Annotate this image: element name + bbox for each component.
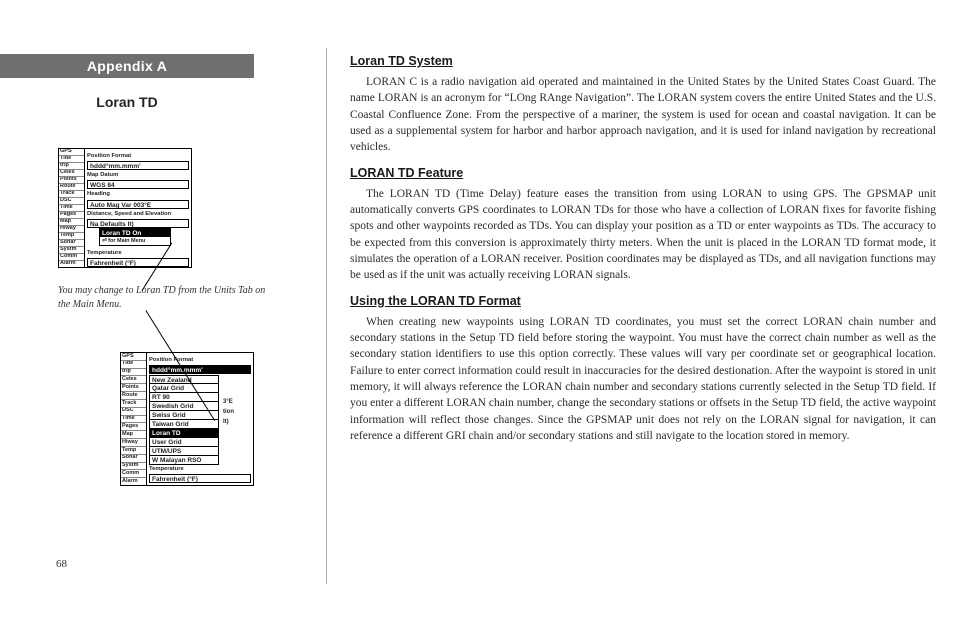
- label-position-format: Position Format: [87, 153, 189, 160]
- label-distance: Distance, Speed and Elevation: [87, 211, 189, 218]
- menu-tab: Hiway: [121, 439, 146, 447]
- figure-caption: You may change to Loran TD from the Unit…: [58, 284, 270, 311]
- heading-loran-td-feature: LORAN TD Feature: [350, 166, 936, 180]
- fragment-text: 3°E: [223, 399, 233, 407]
- menu-tab: Map: [121, 431, 146, 439]
- field-distance: Na Defaults lt): [87, 219, 189, 228]
- figure-position-format-popup: GPSTidetripCelesPointsRouteTrackDSCTimeP…: [120, 352, 254, 486]
- menu-tab: Map: [59, 219, 84, 226]
- heading-loran-td-system: Loran TD System: [350, 54, 936, 68]
- heading-using-loran-td-format: Using the LORAN TD Format: [350, 294, 936, 308]
- section-title: Loran TD: [0, 94, 254, 110]
- paragraph: The LORAN TD (Time Delay) feature eases …: [350, 186, 936, 284]
- menu-tab: Celes: [121, 376, 146, 384]
- menu-tab: Sonar: [59, 240, 84, 247]
- appendix-header: Appendix A: [0, 54, 254, 78]
- field-heading: Auto Mag Var 003°E: [87, 200, 189, 209]
- menu-tab: Time: [121, 416, 146, 424]
- menu-tab: trip: [121, 369, 146, 377]
- paragraph: When creating new waypoints using LORAN …: [350, 314, 936, 445]
- menu-tab: Pages: [121, 423, 146, 431]
- menu-tab: Alarm: [59, 261, 84, 267]
- menu-tab: trip: [59, 163, 84, 170]
- menu-tab: Systm: [121, 463, 146, 471]
- menu-tab: Tide: [121, 361, 146, 369]
- menu-tab: Systm: [59, 247, 84, 254]
- menu-tab: Comm: [121, 470, 146, 478]
- menu-tab: Comm: [59, 254, 84, 261]
- field-position-format-2: hddd°mm.mmm': [149, 365, 251, 374]
- label-temperature: Temperature: [87, 250, 189, 257]
- format-option: New Zealand: [149, 375, 219, 384]
- menu-tab: Pages: [59, 212, 84, 219]
- format-option: UTM/UPS: [149, 447, 219, 456]
- popup-main-menu-hint: ⏎ for Main Menu: [99, 237, 171, 246]
- menu-tab: Time: [59, 205, 84, 212]
- menu-tab: Points: [121, 384, 146, 392]
- page-number: 68: [56, 558, 67, 570]
- menu-tab: Celes: [59, 170, 84, 177]
- label-heading: Heading: [87, 191, 189, 198]
- menu-tab: Points: [59, 177, 84, 184]
- menu-tab: Temp: [121, 447, 146, 455]
- menu-tab: DSC: [121, 408, 146, 416]
- format-option: User Grid: [149, 438, 219, 447]
- format-option: Loran TD: [149, 429, 219, 438]
- menu-tab: Hiway: [59, 226, 84, 233]
- menu-tab: GPS: [121, 353, 146, 361]
- menu-tab: Sonar: [121, 455, 146, 463]
- popup-loran-td-on: Loran TD On: [99, 228, 171, 237]
- format-option: Qatar Grid: [149, 384, 219, 393]
- figure-units-menu: GPSTidetripCelesPointsRouteTrackDSCTimeP…: [58, 148, 192, 268]
- menu-tab: GPS: [59, 149, 84, 156]
- menu-tab: Route: [59, 184, 84, 191]
- label-position-format-2: Position Format: [149, 357, 251, 364]
- field-position-format: hddd°mm.mmm': [87, 161, 189, 170]
- fragment-text: tion: [223, 409, 234, 417]
- menu-tab: Track: [121, 400, 146, 408]
- menu-tab: Alarm: [121, 478, 146, 485]
- paragraph: LORAN C is a radio navigation aid operat…: [350, 74, 936, 156]
- menu-tab: Track: [59, 191, 84, 198]
- fragment-text: lt): [223, 419, 229, 427]
- field-map-datum: WGS 84: [87, 180, 189, 189]
- field-temperature: Fahrenheit (°F): [87, 258, 189, 267]
- label-map-datum: Map Datum: [87, 172, 189, 179]
- menu-tab: DSC: [59, 198, 84, 205]
- menu-tab: Tide: [59, 156, 84, 163]
- field-temperature-2: Fahrenheit (°F): [149, 474, 251, 483]
- format-option: RT 90: [149, 393, 219, 402]
- format-option: W Malayan RSO: [149, 456, 219, 465]
- label-temperature-2: Temperature: [149, 466, 184, 473]
- menu-tab: Temp: [59, 233, 84, 240]
- format-option: Taiwan Grid: [149, 420, 219, 429]
- menu-tab: Route: [121, 392, 146, 400]
